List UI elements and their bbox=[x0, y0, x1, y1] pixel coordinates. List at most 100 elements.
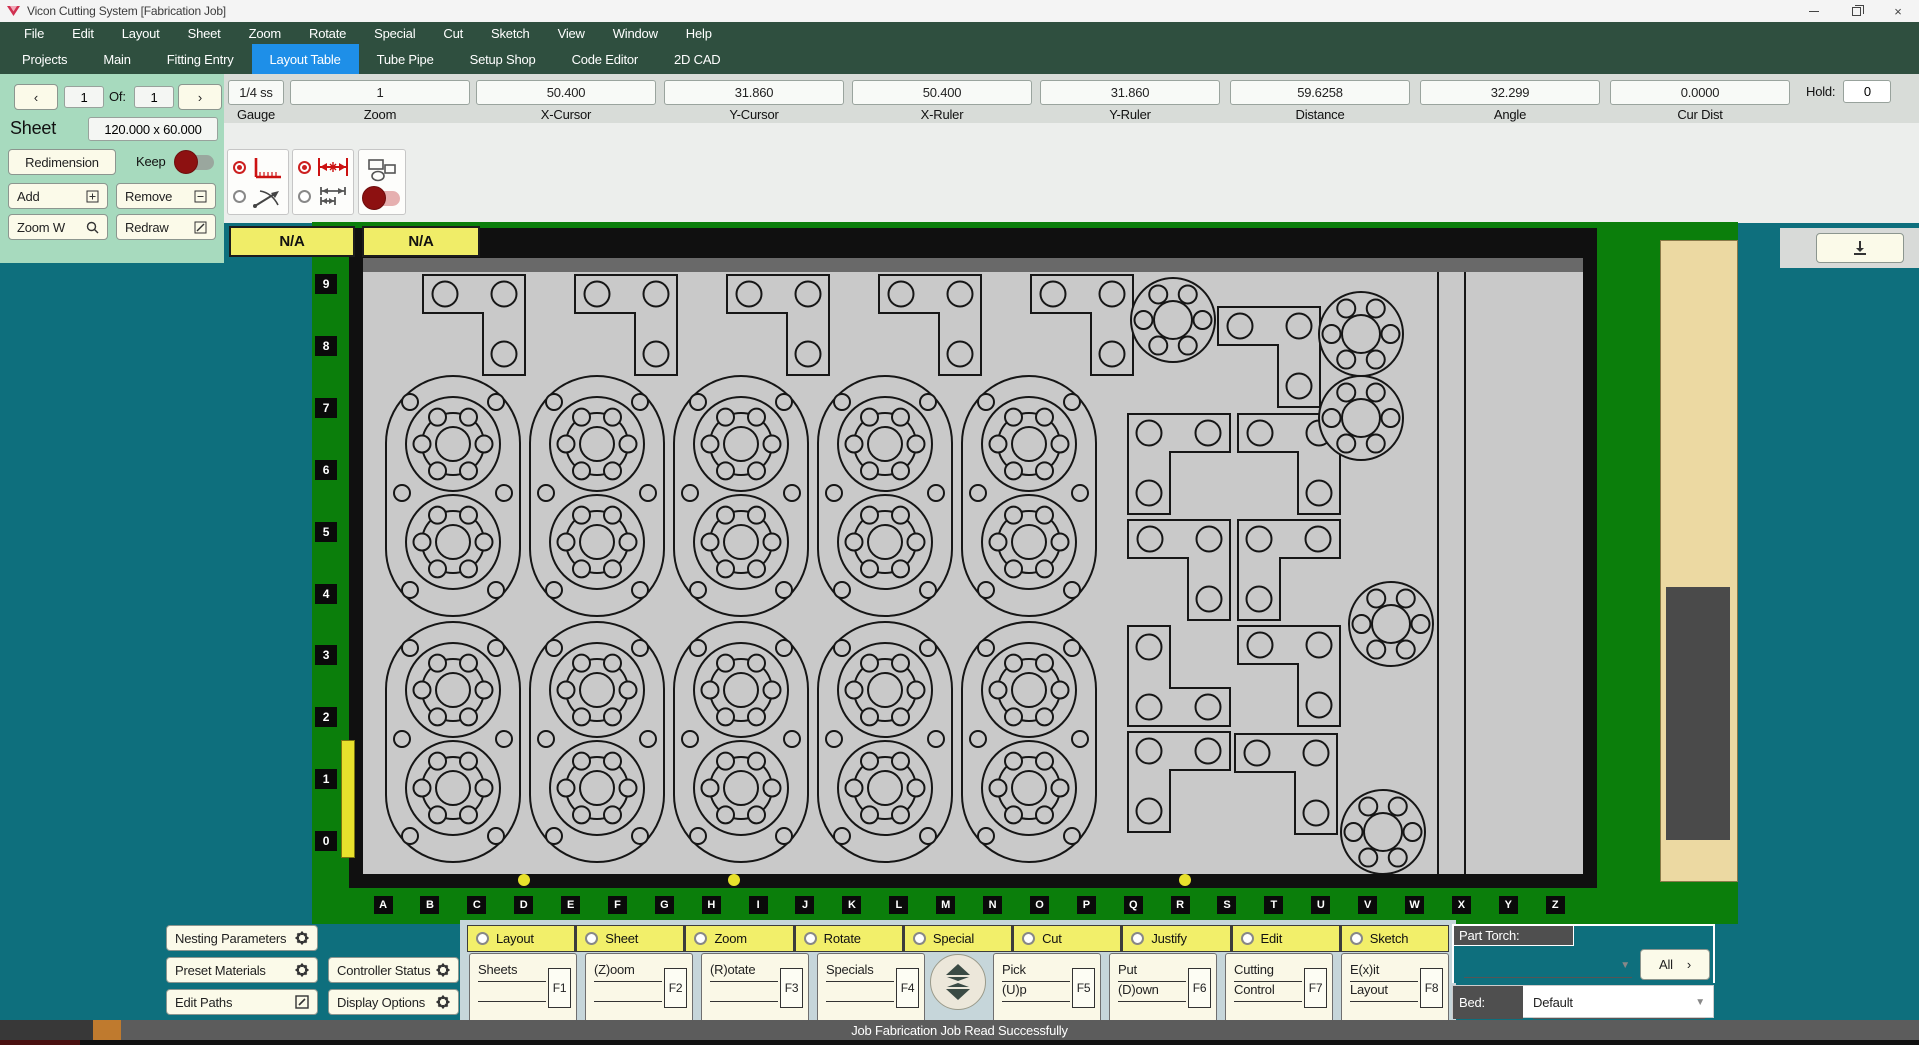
sheet-next-button[interactable]: › bbox=[178, 84, 222, 110]
sheet-page-field[interactable]: 1 bbox=[64, 86, 104, 108]
display-options-label: Display Options bbox=[337, 995, 425, 1010]
na-tab-2[interactable]: N/A bbox=[362, 226, 480, 257]
menu-item-layout[interactable]: Layout bbox=[108, 26, 174, 41]
fkey-key-label: F3 bbox=[780, 968, 803, 1008]
remove-button[interactable]: Remove bbox=[116, 183, 216, 209]
hold-field[interactable]: 0 bbox=[1843, 80, 1891, 103]
tab-projects[interactable]: Projects bbox=[4, 44, 85, 74]
readout-distance[interactable]: 59.6258 bbox=[1230, 80, 1410, 105]
fkey-button-f8[interactable]: E(x)itLayoutF8 bbox=[1341, 953, 1449, 1023]
menu-item-rotate[interactable]: Rotate bbox=[295, 26, 360, 41]
all-label: All bbox=[1659, 957, 1673, 972]
mode-label-edit: Edit bbox=[1261, 931, 1283, 946]
mode-radio-rotate[interactable]: Rotate bbox=[796, 926, 902, 951]
keep-toggle[interactable] bbox=[176, 155, 214, 170]
close-button[interactable]: × bbox=[1877, 0, 1919, 22]
tab-setup-shop[interactable]: Setup Shop bbox=[452, 44, 554, 74]
shapes-group-icon[interactable] bbox=[367, 158, 397, 182]
radio-icon bbox=[1241, 932, 1254, 945]
part-round-flange bbox=[1349, 582, 1433, 666]
readout-x-ruler[interactable]: 50.400 bbox=[852, 80, 1032, 105]
menu-item-sheet[interactable]: Sheet bbox=[174, 26, 235, 41]
tab-code-editor[interactable]: Code Editor bbox=[554, 44, 656, 74]
tab-main[interactable]: Main bbox=[85, 44, 148, 74]
all-torches-button[interactable]: All › bbox=[1640, 949, 1710, 980]
menu-item-window[interactable]: Window bbox=[599, 26, 672, 41]
chevron-down-icon: ▼ bbox=[1620, 960, 1630, 971]
readout-y-cursor[interactable]: 31.860 bbox=[664, 80, 844, 105]
h-dimension-radio-selected[interactable] bbox=[298, 161, 311, 174]
mode-radio-cut[interactable]: Cut bbox=[1014, 926, 1120, 951]
fkey-button-f3[interactable]: (R)otateF3 bbox=[701, 953, 809, 1023]
col-label-J: J bbox=[795, 896, 814, 914]
readout-angle[interactable]: 32.299 bbox=[1420, 80, 1600, 105]
restore-button[interactable] bbox=[1835, 0, 1877, 22]
na-tab-1[interactable]: N/A bbox=[229, 226, 355, 257]
col-label-F: F bbox=[608, 896, 627, 914]
tab-tube-pipe[interactable]: Tube Pipe bbox=[359, 44, 452, 74]
mode-label-sketch: Sketch bbox=[1370, 931, 1409, 946]
nesting-sheet-canvas[interactable] bbox=[363, 272, 1583, 874]
menu-item-sketch[interactable]: Sketch bbox=[477, 26, 544, 41]
bed-dropdown[interactable]: Default ▼ bbox=[1533, 986, 1705, 1019]
fkey-button-f2[interactable]: (Z)oomF2 bbox=[585, 953, 693, 1023]
redraw-button[interactable]: Redraw bbox=[116, 214, 216, 240]
part-torch-dropdown[interactable]: ▼ bbox=[1464, 954, 1632, 978]
menu-item-view[interactable]: View bbox=[544, 26, 599, 41]
nudge-diamond-button[interactable] bbox=[930, 954, 986, 1010]
sheet-dimensions-field[interactable]: 120.000 x 60.000 bbox=[88, 117, 218, 141]
menu-item-edit[interactable]: Edit bbox=[58, 26, 108, 41]
fkey-button-f7[interactable]: CuttingControlF7 bbox=[1225, 953, 1333, 1023]
mode-radio-justify[interactable]: Justify bbox=[1123, 926, 1229, 951]
readout-label-x-ruler: X-Ruler bbox=[852, 107, 1032, 121]
mode-radio-special[interactable]: Special bbox=[905, 926, 1011, 951]
mode-radio-layout[interactable]: Layout bbox=[468, 926, 574, 951]
fkey-button-f6[interactable]: Put(D)ownF6 bbox=[1109, 953, 1217, 1023]
minimize-button[interactable] bbox=[1793, 0, 1835, 22]
sheet-prev-button[interactable]: ‹ bbox=[14, 84, 58, 110]
menu-item-cut[interactable]: Cut bbox=[429, 26, 477, 41]
fkey-line2 bbox=[710, 982, 778, 1002]
menu-item-zoom[interactable]: Zoom bbox=[235, 26, 295, 41]
protractor-radio[interactable] bbox=[233, 190, 246, 203]
col-label-V: V bbox=[1358, 896, 1377, 914]
fkey-button-f1[interactable]: SheetsF1 bbox=[469, 953, 577, 1023]
display-options-button[interactable]: Display Options bbox=[328, 989, 459, 1015]
preset-materials-button[interactable]: Preset Materials bbox=[166, 957, 318, 983]
minus-box-icon bbox=[194, 190, 207, 203]
fkey-button-f5[interactable]: Pick(U)pF5 bbox=[993, 953, 1101, 1023]
redimension-button[interactable]: Redimension bbox=[8, 149, 116, 175]
fkey-button-f4[interactable]: SpecialsF4 bbox=[817, 953, 925, 1023]
tab-layout-table[interactable]: Layout Table bbox=[252, 44, 359, 74]
status-message: Job Fabrication Job Read Successfully bbox=[851, 1023, 1068, 1038]
readout-zoom[interactable]: 1 bbox=[290, 80, 470, 105]
mode-radio-sketch[interactable]: Sketch bbox=[1342, 926, 1448, 951]
tab-2d-cad[interactable]: 2D CAD bbox=[656, 44, 738, 74]
shapes-toggle[interactable] bbox=[364, 191, 400, 206]
ruler-radio-selected[interactable] bbox=[233, 161, 246, 174]
sheet-total-field[interactable]: 1 bbox=[134, 86, 174, 108]
add-button[interactable]: Add bbox=[8, 183, 108, 209]
controller-status-button[interactable]: Controller Status bbox=[328, 957, 459, 983]
magnifier-icon bbox=[86, 221, 99, 234]
tab-fitting-entry[interactable]: Fitting Entry bbox=[149, 44, 252, 74]
readout-x-cursor[interactable]: 50.400 bbox=[476, 80, 656, 105]
menu-item-file[interactable]: File bbox=[10, 26, 58, 41]
keep-label: Keep bbox=[136, 154, 166, 169]
menu-item-help[interactable]: Help bbox=[672, 26, 726, 41]
group-shapes-box bbox=[358, 149, 406, 215]
drop-to-table-button[interactable] bbox=[1816, 233, 1904, 263]
edit-paths-button[interactable]: Edit Paths bbox=[166, 989, 318, 1015]
readout-y-ruler[interactable]: 31.860 bbox=[1040, 80, 1220, 105]
row-label-0: 0 bbox=[315, 831, 337, 851]
readout-cur-dist[interactable]: 0.0000 bbox=[1610, 80, 1790, 105]
mode-radio-edit[interactable]: Edit bbox=[1233, 926, 1339, 951]
menu-item-special[interactable]: Special bbox=[360, 26, 429, 41]
zoom-window-button[interactable]: Zoom W bbox=[8, 214, 108, 240]
mode-radio-zoom[interactable]: Zoom bbox=[686, 926, 792, 951]
readout-gauge[interactable]: 1/4 ss bbox=[228, 80, 284, 105]
col-label-Q: Q bbox=[1124, 896, 1143, 914]
nesting-parameters-button[interactable]: Nesting Parameters bbox=[166, 925, 318, 951]
mode-radio-sheet[interactable]: Sheet bbox=[577, 926, 683, 951]
v-dimension-radio[interactable] bbox=[298, 190, 311, 203]
